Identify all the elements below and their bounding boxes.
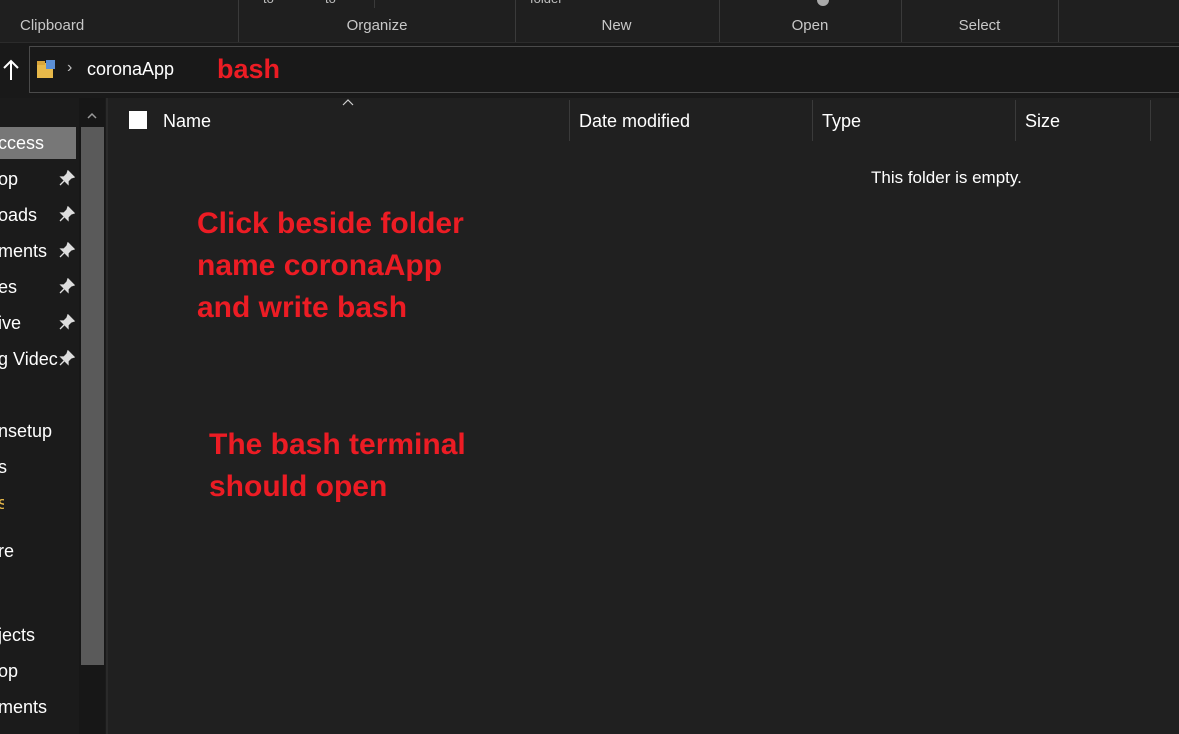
annotation-line: The bash terminal <box>209 428 466 461</box>
ribbon-group-label: Organize <box>346 17 408 34</box>
pin-icon[interactable] <box>59 278 75 294</box>
ribbon-group-label: New <box>601 17 632 34</box>
breadcrumb-chevron-icon[interactable]: › <box>67 59 72 77</box>
column-header-size[interactable]: Size <box>1025 111 1060 132</box>
nav-item-documents-2[interactable]: ments <box>0 691 76 723</box>
folder-icon <box>37 60 55 78</box>
annotation-line: Click beside folder <box>197 207 464 240</box>
pane-divider[interactable] <box>106 98 108 734</box>
ribbon-cutoff-text: to <box>263 0 274 6</box>
ribbon-group-clipboard[interactable]: Clipboard <box>0 0 239 42</box>
pin-icon[interactable] <box>59 242 75 258</box>
nav-item[interactable]: s <box>0 487 4 519</box>
nav-item[interactable]: re <box>0 535 76 567</box>
annotation-line: should open <box>209 470 388 503</box>
properties-icon <box>817 0 829 6</box>
ribbon-group-label: Open <box>791 17 829 34</box>
select-all-checkbox[interactable] <box>129 111 147 129</box>
pin-icon[interactable] <box>59 206 75 222</box>
navigation-pane: ccess op oads ments es ive g Videc nsetu… <box>0 98 108 734</box>
pin-icon[interactable] <box>59 314 75 330</box>
breadcrumb-folder[interactable]: coronaApp <box>87 59 174 80</box>
ribbon-group-new[interactable]: folder New <box>514 0 720 42</box>
ribbon-group-label: Clipboard <box>20 17 85 34</box>
address-bar[interactable]: › coronaApp bash <box>29 46 1179 93</box>
ribbon-cutoff-text: folder <box>530 0 563 6</box>
nav-item-setup[interactable]: nsetup <box>0 415 76 447</box>
annotation-line: name coronaApp <box>197 249 443 282</box>
nav-item[interactable]: s <box>0 451 76 483</box>
address-row: › coronaApp bash <box>0 43 1179 98</box>
column-divider[interactable] <box>812 100 813 141</box>
ribbon: Clipboard to to Organize folder New Open… <box>0 0 1179 43</box>
column-header-type[interactable]: Type <box>822 111 861 132</box>
annotation-line: and write bash <box>197 291 408 324</box>
pin-icon[interactable] <box>59 350 75 366</box>
pin-icon[interactable] <box>59 170 75 186</box>
result-annotation: The bash terminal should open <box>209 424 466 508</box>
up-arrow-icon[interactable] <box>1 58 21 82</box>
ribbon-group-label: Select <box>958 17 1001 34</box>
scroll-up-icon[interactable] <box>87 112 97 119</box>
column-header-name[interactable]: Name <box>163 111 211 132</box>
ribbon-group-open[interactable]: Open <box>719 0 902 42</box>
column-header-date-modified[interactable]: Date modified <box>579 111 690 132</box>
empty-folder-message: This folder is empty. <box>871 168 1022 187</box>
nav-item-quick-access[interactable]: ccess <box>0 127 76 159</box>
nav-scrollbar-thumb[interactable] <box>81 127 104 665</box>
sort-ascending-icon <box>342 99 354 106</box>
ribbon-group-select[interactable]: Select <box>901 0 1059 42</box>
address-typed-text: bash <box>217 54 281 84</box>
column-divider[interactable] <box>1015 100 1016 141</box>
ribbon-group-organize[interactable]: to to Organize <box>238 0 516 42</box>
ribbon-cutoff-text: to <box>325 0 336 6</box>
instruction-annotation: Click beside folder name coronaApp and w… <box>197 203 464 329</box>
column-divider[interactable] <box>1150 100 1151 141</box>
nav-item-desktop-2[interactable]: op <box>0 655 76 687</box>
nav-item-objects[interactable]: jects <box>0 619 76 651</box>
file-list-header: Name Date modified Type Size <box>108 98 1179 143</box>
column-divider[interactable] <box>569 100 570 141</box>
